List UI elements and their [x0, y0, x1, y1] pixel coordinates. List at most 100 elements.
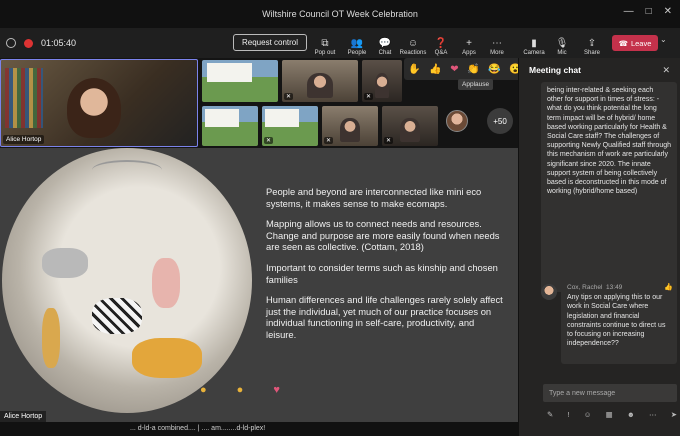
- live-caption: ... d-ld-a combined.... | .... am.......…: [0, 422, 518, 436]
- giraffe-toy: [42, 308, 60, 368]
- people-icon: 👥: [350, 38, 364, 49]
- like-reaction-icon[interactable]: 👍: [664, 283, 673, 292]
- reaction-bar: ✋ 👍 ❤ 👏 😂 😮: [404, 58, 526, 80]
- qa-label: Q&A: [434, 50, 448, 56]
- sticker-icon[interactable]: ☻: [627, 410, 635, 419]
- participant-tile[interactable]: ✕: [362, 60, 402, 102]
- tile-person: [375, 72, 389, 98]
- slide-paragraph: People and beyond are interconnected lik…: [266, 186, 482, 209]
- shared-content-stage: People and beyond are interconnected lik…: [0, 148, 518, 422]
- mic-off-icon: ✕: [264, 137, 274, 144]
- slide-paragraph: Human differences and life challenges ra…: [266, 294, 503, 340]
- camera-icon: ▮: [531, 38, 537, 49]
- chat-message[interactable]: Cox, Rachel 13:49 👍 Any tips on applying…: [561, 280, 677, 364]
- mic-label: Mic: [557, 50, 567, 56]
- slide-text: People and beyond are interconnected lik…: [266, 186, 506, 350]
- minimize-icon[interactable]: —: [624, 6, 634, 17]
- reactions-icon: ☺: [407, 38, 419, 49]
- compose-toolbar: ✎ ! ☺ ▦ ☻ ⋯ ➤: [547, 410, 677, 419]
- shield-icon[interactable]: [6, 38, 16, 48]
- more-options-icon[interactable]: ⋯: [649, 410, 657, 419]
- tile-person: [307, 72, 333, 98]
- apps-label: Apps: [462, 50, 476, 56]
- applause-icon[interactable]: 👏: [467, 64, 479, 75]
- more-participants-button[interactable]: +50: [487, 108, 513, 134]
- emoji-icon[interactable]: ☺: [584, 410, 592, 419]
- participant-name: Alice Hortop: [3, 135, 45, 144]
- meeting-timer: 01:05:40: [41, 38, 77, 48]
- title-bar: Wiltshire Council OT Week Celebration — …: [0, 0, 680, 28]
- reactions-label: Reactions: [399, 50, 427, 56]
- lion-toy: [132, 338, 202, 378]
- recording-icon: [24, 38, 33, 48]
- pink-toy: [152, 258, 180, 308]
- message-text: Any tips on applying this to our work in…: [567, 294, 666, 348]
- mic-off-icon: ✕: [284, 93, 294, 100]
- chat-label: Chat: [378, 50, 392, 56]
- leave-button[interactable]: ☎ Leave: [612, 35, 658, 51]
- participant-tile[interactable]: ✕: [262, 106, 318, 146]
- floating-reactions: ● ● ♥: [200, 384, 280, 396]
- leave-label: Leave: [630, 38, 652, 48]
- elephant-toy: [42, 248, 88, 278]
- apps-icon: +: [466, 38, 472, 49]
- qa-icon: ❓: [434, 38, 448, 49]
- participant-avatar[interactable]: [446, 110, 468, 132]
- popout-icon: ⧉: [321, 38, 329, 49]
- heart-reaction-icon: ♥: [273, 384, 280, 396]
- laugh-icon[interactable]: 😂: [488, 64, 500, 75]
- window-title: Wiltshire Council OT Week Celebration: [262, 9, 418, 19]
- tile-person: [400, 118, 420, 142]
- participant-tile[interactable]: [202, 106, 258, 146]
- tile-slide: [205, 109, 239, 128]
- chat-message[interactable]: being inter-related & seeking each other…: [541, 82, 677, 292]
- tile-person: [340, 118, 360, 142]
- chat-icon: 💬: [378, 38, 392, 49]
- participant-tile[interactable]: ✕: [382, 106, 438, 146]
- message-time: 13:49: [606, 284, 623, 291]
- phone-icon: ☎: [618, 38, 628, 48]
- chat-title: Meeting chat: [529, 65, 581, 75]
- toolbar-left: 01:05:40: [0, 38, 76, 48]
- meeting-chat-panel: Meeting chat ✕ being inter-related & see…: [518, 58, 680, 436]
- participant-tile-main[interactable]: Alice Hortop: [0, 59, 198, 147]
- mobile-frame: [92, 160, 162, 180]
- slide-paragraph: Mapping allows us to connect needs and r…: [266, 218, 500, 253]
- mic-off-icon: ✕: [324, 137, 334, 144]
- send-icon[interactable]: ➤: [671, 410, 677, 419]
- raise-hand-icon[interactable]: ✋: [408, 64, 420, 75]
- participant-tile[interactable]: ✕: [282, 60, 358, 102]
- more-label: More: [490, 50, 504, 56]
- like-icon[interactable]: 👍: [429, 64, 441, 75]
- tile-slide: [265, 109, 299, 128]
- close-icon[interactable]: ✕: [662, 65, 670, 76]
- more-icon: ⋯: [492, 38, 502, 49]
- mic-icon: 🎙: [555, 38, 569, 49]
- mic-off-icon: ✕: [364, 93, 374, 100]
- bookshelf-background: [5, 68, 43, 128]
- maximize-icon[interactable]: □: [646, 6, 652, 17]
- request-control-button[interactable]: Request control: [233, 34, 308, 51]
- gif-icon[interactable]: ▦: [606, 410, 613, 419]
- more-button[interactable]: ⋯ More: [480, 30, 514, 56]
- presenter-name: Alice Hortop: [0, 411, 47, 422]
- compose-input[interactable]: Type a new message: [543, 384, 677, 402]
- meeting-toolbar: 01:05:40 Request control ⧉ Pop out 👥 Peopl…: [0, 28, 680, 58]
- chevron-down-icon[interactable]: ⌄: [660, 35, 667, 44]
- applause-tooltip: Applause: [458, 79, 494, 90]
- message-author: Cox, Rachel: [567, 284, 603, 291]
- close-window-icon[interactable]: ✕: [664, 6, 672, 17]
- mic-off-icon: ✕: [384, 137, 394, 144]
- participant-tile[interactable]: [202, 60, 278, 102]
- important-icon[interactable]: !: [567, 410, 569, 419]
- share-label: Share: [583, 50, 600, 56]
- mic-button[interactable]: 🎙 Mic: [545, 30, 579, 56]
- nursery-mobile-photo: [2, 148, 252, 413]
- participant-tile[interactable]: ✕: [322, 106, 378, 146]
- tile-slide: [206, 63, 253, 83]
- share-button[interactable]: ⇪ Share: [575, 30, 609, 56]
- heart-icon[interactable]: ❤: [450, 64, 458, 75]
- popout-button[interactable]: ⧉ Pop out: [308, 30, 342, 56]
- format-icon[interactable]: ✎: [547, 410, 553, 419]
- chat-header: Meeting chat ✕: [519, 58, 680, 82]
